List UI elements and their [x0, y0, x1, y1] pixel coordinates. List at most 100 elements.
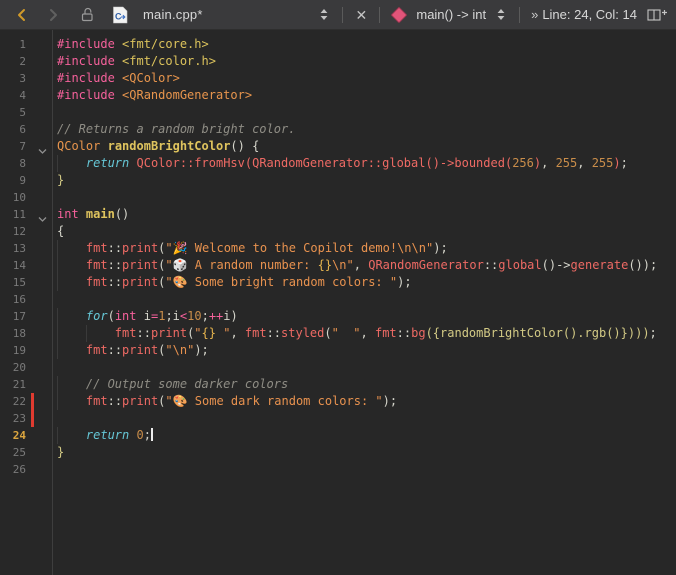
- code-line[interactable]: 15 fmt::print("🎨 Some bright random colo…: [0, 274, 676, 291]
- gutter-margin: [26, 342, 52, 359]
- token-call: print: [122, 241, 158, 255]
- code-line[interactable]: 12{: [0, 223, 676, 240]
- toolbar-separator: [519, 7, 520, 23]
- token-pun: ;: [650, 326, 657, 340]
- code-line[interactable]: 7QColor randomBrightColor() {: [0, 138, 676, 155]
- code-editor[interactable]: 1#include <fmt/core.h>2 #include <fmt/col…: [0, 30, 676, 575]
- code-line[interactable]: 17 for(int i=1;i<10;++i): [0, 308, 676, 325]
- line-number: 7: [0, 138, 26, 155]
- code-text: #include <fmt/color.h>: [52, 53, 676, 70]
- vcs-change-indicator: [31, 53, 34, 70]
- gutter-margin: [26, 121, 52, 138]
- code-line[interactable]: 24 return 0;: [0, 427, 676, 444]
- vcs-change-indicator: [31, 274, 34, 291]
- token-str: ": [216, 326, 230, 340]
- code-text: [52, 104, 676, 121]
- vcs-change-indicator: [31, 393, 34, 410]
- gutter-margin: [26, 172, 52, 189]
- token-pun: (): [115, 207, 129, 221]
- close-document-button[interactable]: ✕: [352, 3, 370, 27]
- back-button[interactable]: [12, 3, 30, 27]
- token-brace: }: [57, 445, 64, 459]
- forward-button[interactable]: [45, 3, 63, 27]
- current-symbol-label[interactable]: main() -> int: [416, 7, 486, 22]
- code-line[interactable]: 5: [0, 104, 676, 121]
- gutter-margin: [26, 325, 52, 342]
- code-line[interactable]: 19 fmt::print("\n");: [0, 342, 676, 359]
- token-str: " ": [332, 326, 361, 340]
- token-num: 255: [556, 156, 578, 170]
- code-line[interactable]: 6 // Returns a random bright color.: [0, 121, 676, 138]
- code-line[interactable]: 16: [0, 291, 676, 308]
- line-number: 13: [0, 240, 26, 257]
- token-cmt: // Returns a random bright color.: [57, 122, 295, 136]
- token-pun: i): [223, 309, 237, 323]
- token-kw2: for: [86, 309, 108, 323]
- code-text: for(int i=1;i<10;++i): [52, 308, 676, 325]
- token-pun: i: [137, 309, 151, 323]
- line-number: 16: [0, 291, 26, 308]
- vcs-change-indicator: [31, 257, 34, 274]
- code-line[interactable]: 11int main(): [0, 206, 676, 223]
- token-pun: ,: [361, 326, 375, 340]
- code-line[interactable]: 10: [0, 189, 676, 206]
- code-line[interactable]: 22 fmt::print("🎨 Some dark random colors…: [0, 393, 676, 410]
- code-line[interactable]: 1#include <fmt/core.h>: [0, 36, 676, 53]
- lock-button[interactable]: [78, 3, 96, 27]
- toolbar-left-group: C main.cpp*: [0, 3, 203, 27]
- token-pun: ,: [354, 258, 368, 272]
- gutter-margin: [26, 70, 52, 87]
- code-line[interactable]: 3#include <QColor>: [0, 70, 676, 87]
- line-number: 4: [0, 87, 26, 104]
- vcs-change-indicator: [31, 36, 34, 53]
- token-pun: ::: [108, 394, 122, 408]
- token-pun: ;: [202, 309, 209, 323]
- token-pun: ::: [108, 275, 122, 289]
- token-pun: );: [433, 241, 447, 255]
- token-call: print: [122, 343, 158, 357]
- line-number: 22: [0, 393, 26, 410]
- gutter-margin: [26, 444, 52, 461]
- code-line[interactable]: 21 // Output some darker colors: [0, 376, 676, 393]
- token-kw: int: [115, 309, 137, 323]
- gutter-margin: [26, 359, 52, 376]
- code-line[interactable]: 9}: [0, 172, 676, 189]
- code-line[interactable]: 20: [0, 359, 676, 376]
- code-text: [52, 410, 676, 427]
- vcs-change-indicator: [31, 342, 34, 359]
- document-icon-button[interactable]: C: [111, 3, 129, 27]
- split-editor-button[interactable]: [647, 3, 668, 27]
- code-line[interactable]: 23: [0, 410, 676, 427]
- token-str: "🎲 A random number:: [165, 258, 317, 272]
- token-pun: ::: [108, 258, 122, 272]
- line-number: 21: [0, 376, 26, 393]
- text-cursor: [151, 428, 153, 441]
- gutter-margin: [26, 189, 52, 206]
- code-area[interactable]: 1#include <fmt/core.h>2 #include <fmt/col…: [0, 36, 676, 478]
- code-line[interactable]: 4#include <QRandomGenerator>: [0, 87, 676, 104]
- line-number: 6: [0, 121, 26, 138]
- code-line[interactable]: 26: [0, 461, 676, 478]
- token-pun: ::: [267, 326, 281, 340]
- token-num: 255: [592, 156, 614, 170]
- overflow-chevrons[interactable]: »: [531, 7, 538, 22]
- vcs-change-indicator: [31, 206, 34, 223]
- code-line[interactable]: 13 fmt::print("🎉 Welcome to the Copilot …: [0, 240, 676, 257]
- indent-guide: [57, 274, 58, 291]
- code-line[interactable]: 25}: [0, 444, 676, 461]
- token-incy: <fmt/color.h>: [122, 54, 216, 68]
- token-pre: #include: [57, 37, 115, 51]
- token-call: styled: [281, 326, 324, 340]
- code-line[interactable]: 8 return QColor::fromHsv(QRandomGenerato…: [0, 155, 676, 172]
- symbol-dropdown-button[interactable]: [492, 3, 510, 27]
- document-dropdown-button[interactable]: [315, 3, 333, 27]
- token-loc: ({randomBrightColor().rgb()}))): [426, 326, 650, 340]
- code-line[interactable]: 18 fmt::print("{} ", fmt::styled(" ", fm…: [0, 325, 676, 342]
- toolbar-separator: [342, 7, 343, 23]
- code-line[interactable]: 14 fmt::print("🎲 A random number: {}\n",…: [0, 257, 676, 274]
- code-text: // Returns a random bright color.: [52, 121, 676, 138]
- token-typ: QColor: [57, 139, 100, 153]
- line-number: 2: [0, 53, 26, 70]
- code-line[interactable]: 2 #include <fmt/color.h>: [0, 53, 676, 70]
- editor-toolbar: C main.cpp* ✕ main() -> int: [0, 0, 676, 30]
